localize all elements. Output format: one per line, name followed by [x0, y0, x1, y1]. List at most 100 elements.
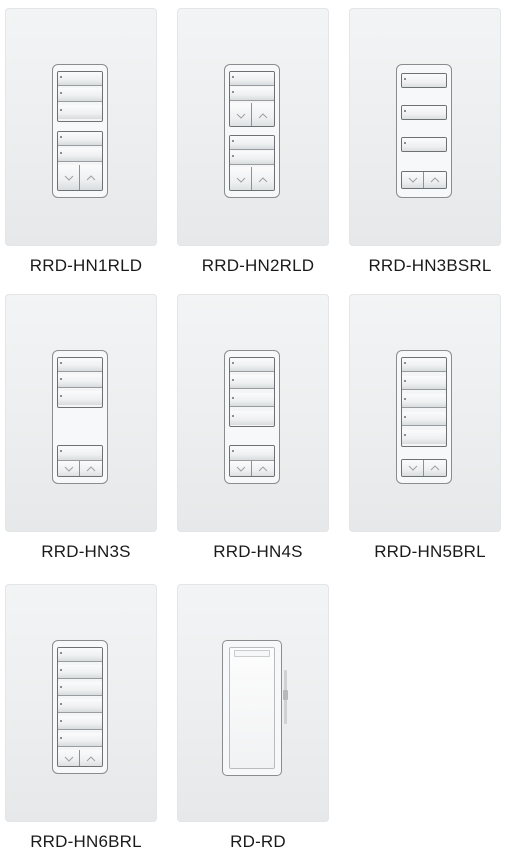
- keypad-button: [58, 148, 102, 162]
- keypad-button: [58, 648, 102, 662]
- chevron-up-icon: [258, 176, 268, 182]
- chevron-down-icon: [64, 466, 73, 472]
- keypad-frame: [224, 350, 280, 484]
- chevron-up-icon: [258, 112, 268, 118]
- keypad-button: [401, 137, 447, 152]
- raise-lower-buttons: [230, 167, 274, 190]
- keypad-frame: [396, 64, 452, 198]
- button-group-bottom: [57, 445, 103, 477]
- keypad-button: [402, 430, 446, 444]
- lower-button: [58, 461, 80, 476]
- raise-button: [424, 460, 446, 476]
- keypad-button: [401, 105, 447, 120]
- raise-button: [252, 167, 274, 190]
- keypad-button: [230, 151, 274, 165]
- model-label: RRD-HN5BRL: [374, 542, 486, 561]
- keypad: [57, 357, 103, 477]
- wallplate: [5, 584, 157, 822]
- model-label: RD-RD: [230, 832, 286, 851]
- model-label: RRD-HN2RLD: [201, 256, 315, 275]
- keypad-button: [402, 412, 446, 426]
- keypad-button: [402, 376, 446, 390]
- keypad-button: [230, 411, 274, 425]
- keypad-button: [58, 88, 102, 102]
- button-group-top: [401, 357, 447, 447]
- raise-button: [252, 461, 274, 476]
- dimmer-slider: [283, 670, 288, 724]
- lower-button: [230, 461, 252, 476]
- keypad-button: [58, 716, 102, 730]
- lower-button: [58, 750, 80, 766]
- model-label: RRD-HN1RLD: [29, 256, 143, 275]
- chevron-up-icon: [430, 465, 440, 471]
- chevron-up-icon: [86, 174, 96, 180]
- chevron-up-icon: [430, 177, 440, 183]
- chevron-up-icon: [86, 755, 96, 761]
- lower-button: [230, 103, 252, 126]
- keypad-button: [58, 358, 102, 372]
- keypad-button: [230, 393, 274, 407]
- lower-button: [402, 172, 424, 188]
- keypad-button: [230, 358, 274, 372]
- model-label: RRD-HN3S: [41, 542, 131, 561]
- keypad-button: [58, 682, 102, 696]
- keypad: [229, 71, 275, 191]
- keypad: [401, 357, 447, 477]
- keypad-button: [58, 72, 102, 86]
- wallplate: [177, 294, 329, 532]
- keypad: [57, 647, 103, 767]
- chevron-down-icon: [408, 465, 417, 471]
- chevron-down-icon: [236, 466, 245, 472]
- wallplate: [349, 8, 501, 246]
- model-label: RRD-HN4S: [213, 542, 303, 561]
- raise-lower-buttons: [230, 461, 274, 476]
- keypad-button: [401, 73, 447, 88]
- button-group-top: [57, 71, 103, 122]
- keypad-button: [58, 665, 102, 679]
- lower-button: [402, 460, 424, 476]
- chevron-up-icon: [258, 466, 268, 472]
- dimmer-rocker: [229, 647, 275, 769]
- wallplate: [177, 8, 329, 246]
- dimmer-frame: [222, 640, 282, 776]
- keypad-button: [230, 87, 274, 101]
- chevron-down-icon: [236, 113, 245, 119]
- keypad-frame: [224, 64, 280, 198]
- keypad-button: [58, 446, 102, 461]
- keypad-button: [58, 391, 102, 405]
- keypad-button: [58, 374, 102, 388]
- raise-lower-buttons: [401, 171, 447, 189]
- button-group-bottom: [229, 135, 275, 191]
- chevron-down-icon: [64, 175, 73, 181]
- button-group-top: [57, 647, 103, 767]
- keypad-frame: [52, 350, 108, 484]
- raise-lower-buttons: [401, 459, 447, 477]
- chevron-down-icon: [64, 756, 73, 762]
- model-label: RRD-HN6BRL: [30, 832, 142, 851]
- raise-lower-buttons: [58, 165, 102, 190]
- button-group-bottom: [57, 131, 103, 191]
- keypad-frame: [396, 350, 452, 484]
- wallplate: [5, 294, 157, 532]
- button-group-bottom: [229, 445, 275, 477]
- keypad-button: [230, 136, 274, 150]
- keypad: [229, 357, 275, 477]
- keypad-button: [58, 132, 102, 146]
- raise-lower-buttons: [58, 461, 102, 476]
- raise-lower-buttons: [230, 103, 274, 126]
- keypad-frame: [52, 64, 108, 198]
- wallplate: [177, 584, 329, 822]
- wallplate: [5, 8, 157, 246]
- keypad: [57, 71, 103, 191]
- button-group-top: [57, 357, 103, 408]
- raise-button: [424, 172, 446, 188]
- keypad-button: [402, 358, 446, 372]
- keypad-button: [58, 733, 102, 747]
- keypad-button: [230, 446, 274, 461]
- chevron-down-icon: [236, 177, 245, 183]
- raise-button: [80, 461, 102, 476]
- raise-button: [80, 750, 102, 766]
- lower-button: [58, 165, 80, 190]
- model-label: RRD-HN3BSRL: [368, 256, 492, 275]
- keypad-button: [58, 105, 102, 119]
